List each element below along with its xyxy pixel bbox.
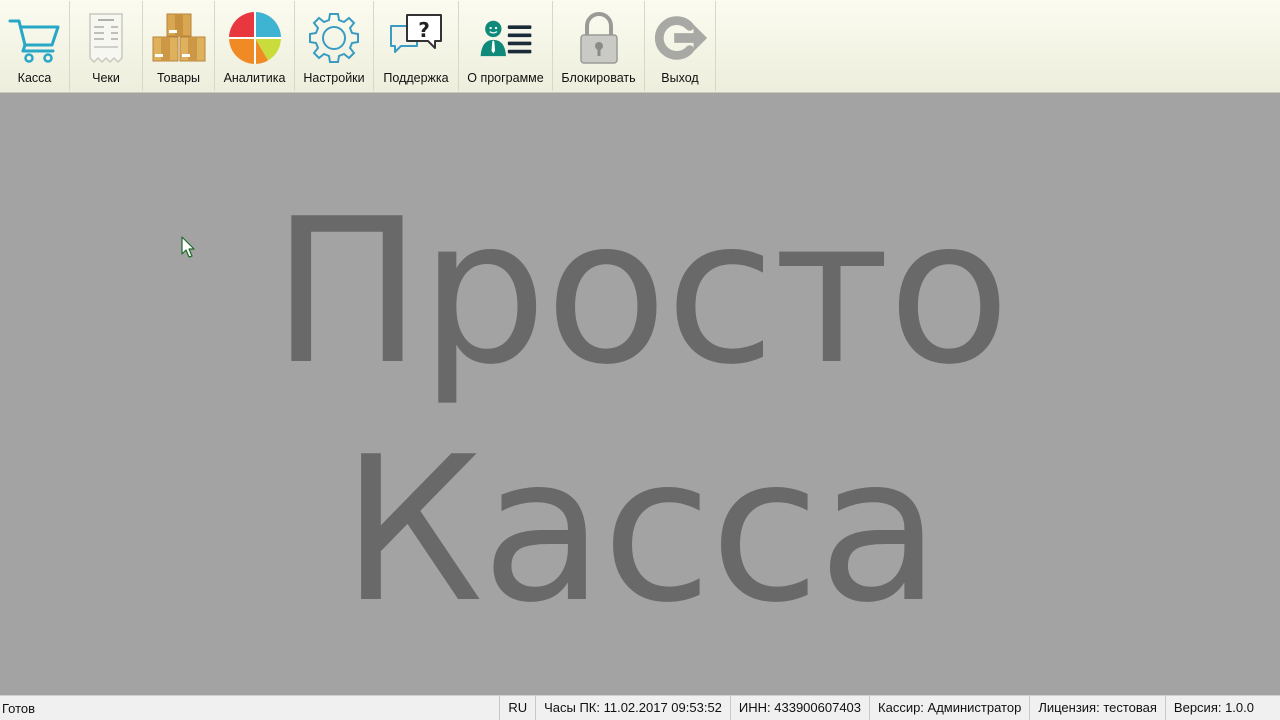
toolbar-label: О программе	[467, 71, 544, 85]
status-inn: ИНН: 433900607403	[729, 696, 869, 720]
status-version: Версия: 1.0.0	[1164, 696, 1280, 720]
toolbar-button-blokirovat[interactable]: Блокировать	[553, 1, 645, 91]
toolbar-button-vyhod[interactable]: Выход	[645, 1, 716, 91]
toolbar-label: Касса	[17, 71, 52, 85]
cart-icon	[6, 9, 64, 67]
status-license: Лицензия: тестовая	[1029, 696, 1165, 720]
splash-title-line1: Просто	[271, 176, 1011, 409]
toolbar-label: Товары	[157, 71, 200, 85]
status-language: RU	[499, 696, 535, 720]
receipt-icon	[77, 9, 135, 67]
status-ready: Готов	[2, 701, 36, 716]
toolbar-label: Блокировать	[561, 71, 636, 85]
status-cashier: Кассир: Администратор	[869, 696, 1029, 720]
toolbar-button-kassa[interactable]: Касса	[0, 1, 70, 91]
toolbar-label: Выход	[661, 71, 699, 85]
toolbar-button-cheki[interactable]: Чеки	[70, 1, 143, 91]
toolbar-button-o-programme[interactable]: О программе	[459, 1, 553, 91]
status-clock: Часы ПК: 11.02.2017 09:53:52	[535, 696, 730, 720]
user-list-icon	[477, 9, 535, 67]
toolbar-button-nastroyki[interactable]: Настройки	[295, 1, 374, 91]
toolbar-label: Аналитика	[223, 71, 286, 85]
splash-title-line2: Касса	[341, 414, 940, 647]
toolbar-button-podderzhka[interactable]: ? Поддержка	[374, 1, 459, 91]
boxes-icon	[150, 9, 208, 67]
status-bar: Готов RU Часы ПК: 11.02.2017 09:53:52 ИН…	[0, 695, 1280, 720]
help-chat-icon: ?	[387, 9, 445, 67]
toolbar-label: Настройки	[303, 71, 365, 85]
exit-icon	[651, 9, 709, 67]
toolbar-button-analitika[interactable]: Аналитика	[215, 1, 295, 91]
lock-icon	[570, 9, 628, 67]
gear-icon	[305, 9, 363, 67]
svg-text:?: ?	[418, 18, 430, 42]
toolbar-label: Чеки	[92, 71, 120, 85]
pie-chart-icon	[226, 9, 284, 67]
toolbar-label: Поддержка	[383, 71, 449, 85]
main-workspace: Просто Касса	[0, 93, 1280, 693]
mouse-cursor-icon	[181, 236, 197, 265]
main-toolbar: Касса Чеки Товары Аналитика Настройки ? …	[0, 0, 1280, 93]
toolbar-button-tovary[interactable]: Товары	[143, 1, 215, 91]
